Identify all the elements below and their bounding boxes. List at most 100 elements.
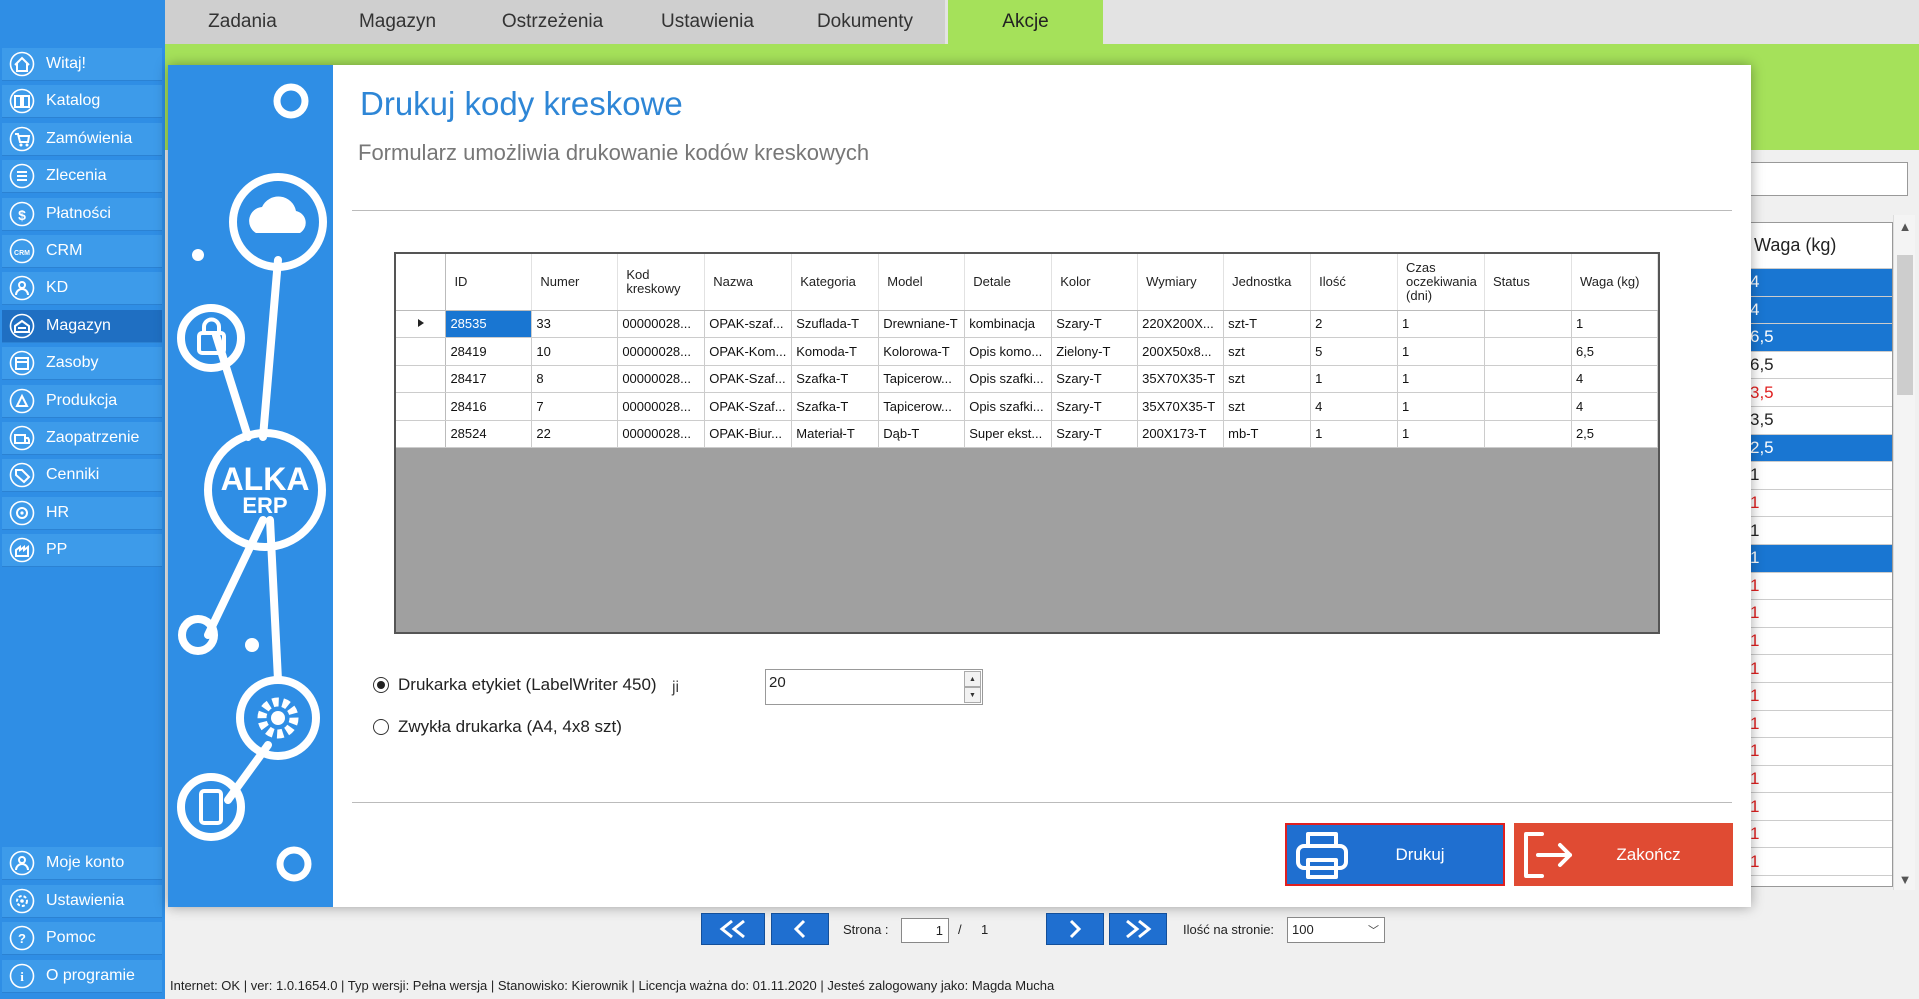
background-grid-cell[interactable]: 3,5 bbox=[1749, 379, 1892, 407]
table-cell[interactable]: Materiał-T bbox=[791, 420, 880, 448]
table-cell[interactable]: 2 bbox=[1310, 310, 1399, 338]
table-cell[interactable]: Drewniane-T bbox=[878, 310, 966, 338]
background-grid-cell[interactable]: 2,5 bbox=[1749, 434, 1892, 463]
sidebar-item-zaopatrzenie[interactable]: Zaopatrzenie bbox=[2, 422, 162, 455]
table-cell[interactable]: Szuflada-T bbox=[791, 310, 880, 338]
tab-dokumenty[interactable]: Dokumenty bbox=[785, 0, 945, 44]
table-cell[interactable]: Opis komo... bbox=[964, 337, 1053, 366]
background-grid-cell[interactable]: 3,5 bbox=[1749, 407, 1892, 435]
table-cell[interactable]: Zielony-T bbox=[1051, 337, 1139, 366]
row-header[interactable] bbox=[396, 392, 447, 421]
table-cell[interactable]: kombinacja bbox=[964, 310, 1053, 338]
table-cell[interactable]: OPAK-Biur... bbox=[704, 420, 793, 448]
table-cell[interactable]: 200X50x8... bbox=[1137, 337, 1225, 366]
table-cell[interactable]: 28535 bbox=[445, 310, 533, 338]
tab-ostrzezenia[interactable]: Ostrzeżenia bbox=[475, 0, 630, 44]
table-cell[interactable]: OPAK-szaf... bbox=[704, 310, 793, 338]
background-grid-cell[interactable]: 4 bbox=[1749, 269, 1892, 297]
table-cell[interactable]: 1 bbox=[1397, 337, 1486, 366]
close-button[interactable]: Zakończ bbox=[1514, 823, 1733, 886]
scroll-down-icon[interactable]: ▼ bbox=[1894, 868, 1916, 890]
background-grid-cell[interactable]: 1 bbox=[1749, 821, 1892, 849]
sidebar-item-moje-konto[interactable]: Moje konto bbox=[2, 847, 162, 880]
table-row[interactable]: 28419 10 00000028... OPAK-Kom... Komoda-T Kol… bbox=[396, 337, 1658, 366]
table-cell[interactable]: 00000028... bbox=[617, 310, 706, 338]
row-header[interactable] bbox=[396, 365, 447, 393]
table-cell[interactable]: Szafka-T bbox=[791, 365, 880, 393]
table-cell[interactable]: 220X200X... bbox=[1137, 310, 1225, 338]
background-grid-cell[interactable]: 1 bbox=[1749, 628, 1892, 656]
previous-page-button[interactable] bbox=[771, 913, 829, 945]
table-cell[interactable]: 28524 bbox=[445, 420, 533, 448]
table-cell[interactable]: Szary-T bbox=[1051, 365, 1139, 393]
scroll-up-icon[interactable]: ▲ bbox=[1894, 215, 1916, 237]
table-cell[interactable]: 4 bbox=[1571, 365, 1658, 393]
sidebar-item-płatności[interactable]: $ Płatności bbox=[2, 197, 162, 231]
background-grid-cell[interactable]: 1 bbox=[1749, 544, 1892, 573]
table-row[interactable]: 28535 33 00000028... OPAK-szaf... Szuflada-T… bbox=[396, 310, 1658, 338]
table-row[interactable]: 28524 22 00000028... OPAK-Biur... Materiał-T… bbox=[396, 420, 1658, 448]
table-cell[interactable]: mb-T bbox=[1223, 420, 1312, 448]
table-cell[interactable]: OPAK-Szaf... bbox=[704, 392, 793, 421]
background-grid-cell[interactable]: 1 bbox=[1749, 683, 1892, 711]
table-cell[interactable]: 200X173-T bbox=[1137, 420, 1225, 448]
table-cell[interactable]: 35X70X35-T bbox=[1137, 365, 1225, 393]
background-scrollbar[interactable]: ▲ ▼ bbox=[1893, 215, 1915, 890]
background-grid-cell[interactable]: 1 bbox=[1749, 848, 1892, 877]
barcode-items-grid[interactable]: ID Numer Kod kreskowy Nazwa Kategoria Model De… bbox=[394, 252, 1660, 634]
table-cell[interactable]: 6,5 bbox=[1571, 337, 1658, 366]
sidebar-item-crm[interactable]: CRM CRM bbox=[2, 235, 162, 268]
table-cell[interactable]: Opis szafki... bbox=[964, 365, 1053, 393]
next-page-button[interactable] bbox=[1046, 913, 1104, 945]
sidebar-item-witaj[interactable]: Witaj! bbox=[2, 48, 162, 81]
column-header[interactable]: Wymiary bbox=[1137, 254, 1225, 311]
table-cell[interactable]: Opis szafki... bbox=[964, 392, 1053, 421]
column-header[interactable]: Jednostka bbox=[1223, 254, 1312, 311]
normal-printer-option[interactable]: Zwykła drukarka (A4, 4x8 szt) bbox=[373, 717, 622, 737]
table-cell[interactable]: szt bbox=[1223, 392, 1312, 421]
table-cell[interactable]: 28419 bbox=[445, 337, 533, 366]
column-header[interactable]: Ilość bbox=[1310, 254, 1399, 311]
table-row[interactable]: 28416 7 00000028... OPAK-Szaf... Szafka-T Tap… bbox=[396, 392, 1658, 421]
tab-akcje[interactable]: Akcje bbox=[948, 0, 1103, 44]
table-cell[interactable]: 22 bbox=[531, 420, 619, 448]
sidebar-item-katalog[interactable]: Katalog bbox=[2, 85, 162, 119]
table-cell[interactable]: 8 bbox=[531, 365, 619, 393]
table-cell[interactable]: 4 bbox=[1571, 392, 1658, 421]
background-grid-cell[interactable]: 1 bbox=[1749, 711, 1892, 739]
column-header[interactable]: Numer bbox=[531, 254, 619, 311]
table-cell[interactable]: Szary-T bbox=[1051, 310, 1139, 338]
first-page-button[interactable] bbox=[701, 913, 765, 945]
table-cell[interactable]: szt bbox=[1223, 365, 1312, 393]
table-cell[interactable]: 1 bbox=[1397, 392, 1486, 421]
sidebar-item-pomoc[interactable]: ? Pomoc bbox=[2, 922, 162, 955]
table-cell[interactable]: 28416 bbox=[445, 392, 533, 421]
sidebar-item-zamówienia[interactable]: Zamówienia bbox=[2, 122, 162, 156]
background-grid-cell[interactable]: 1 bbox=[1749, 793, 1892, 821]
table-cell[interactable]: 1 bbox=[1310, 420, 1399, 448]
table-cell[interactable]: OPAK-Kom... bbox=[704, 337, 793, 366]
sidebar-item-produkcja[interactable]: Produkcja bbox=[2, 384, 162, 418]
current-row-indicator-icon[interactable] bbox=[396, 310, 447, 338]
sidebar-item-kd[interactable]: KD bbox=[2, 272, 162, 306]
table-cell[interactable]: szt-T bbox=[1223, 310, 1312, 338]
page-number-input[interactable]: 1 bbox=[901, 918, 949, 943]
table-cell[interactable]: Szary-T bbox=[1051, 420, 1139, 448]
sidebar-item-cenniki[interactable]: Cenniki bbox=[2, 459, 162, 493]
sidebar-item-zlecenia[interactable]: Zlecenia bbox=[2, 160, 162, 194]
table-cell[interactable]: 7 bbox=[531, 392, 619, 421]
per-page-select[interactable]: 100 ﹀ bbox=[1287, 917, 1385, 943]
background-grid-cell[interactable]: 1 bbox=[1749, 462, 1892, 490]
background-grid-cell[interactable]: 1 bbox=[1749, 490, 1892, 518]
table-cell[interactable]: szt bbox=[1223, 337, 1312, 366]
print-button[interactable]: Drukuj bbox=[1285, 823, 1505, 886]
column-header[interactable]: Nazwa bbox=[704, 254, 793, 311]
tab-magazyn[interactable]: Magazyn bbox=[320, 0, 475, 44]
table-cell[interactable]: OPAK-Szaf... bbox=[704, 365, 793, 393]
sidebar-item-hr[interactable]: HR bbox=[2, 496, 162, 530]
stepper-up-icon[interactable]: ▲ bbox=[964, 671, 981, 687]
label-printer-option[interactable]: Drukarka etykiet (LabelWriter 450) bbox=[373, 675, 657, 695]
table-cell[interactable] bbox=[1484, 420, 1572, 448]
sidebar-item-magazyn[interactable]: Magazyn bbox=[2, 309, 162, 343]
tab-zadania[interactable]: Zadania bbox=[165, 0, 320, 44]
